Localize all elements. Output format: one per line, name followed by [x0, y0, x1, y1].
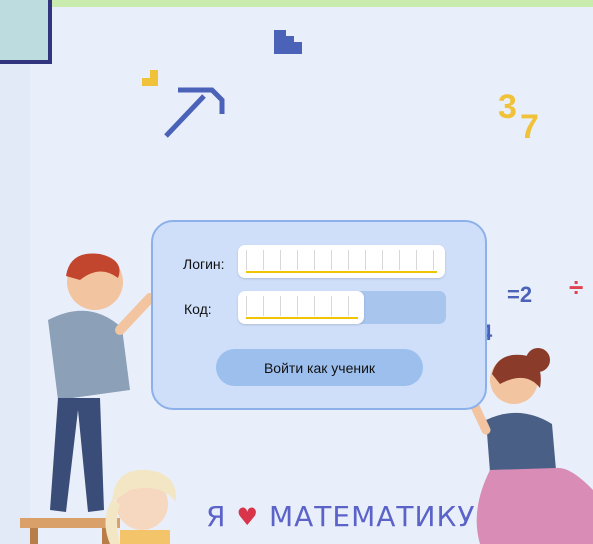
divide-sign: ÷: [569, 272, 584, 302]
slogan-word: МАТЕМАТИКУ: [268, 500, 476, 533]
login-input[interactable]: [238, 245, 445, 278]
slogan-prefix: Я: [206, 500, 227, 533]
corner-block: [0, 0, 52, 64]
pickaxe-icon: [164, 87, 225, 138]
code-label: Код:: [184, 301, 212, 317]
code-input-underline: [246, 317, 358, 319]
digit-three: 3: [498, 88, 517, 126]
slogan: Я ♥ МАТЕМАТИКУ: [206, 500, 475, 533]
code-input-cells: [246, 296, 349, 316]
top-strip: [0, 0, 593, 7]
login-label: Логин:: [183, 256, 225, 272]
pixel-shape-icon: [274, 30, 302, 54]
code-input[interactable]: [238, 291, 364, 324]
digit-seven: 7: [520, 108, 539, 146]
login-input-underline: [246, 271, 437, 273]
heart-icon: ♥: [236, 502, 259, 531]
login-input-cells: [246, 250, 434, 270]
equals-two-doodle: =2: [507, 282, 533, 307]
student-login-button[interactable]: Войти как ученик: [216, 349, 423, 386]
blonde-girl-illustration: [105, 469, 177, 544]
